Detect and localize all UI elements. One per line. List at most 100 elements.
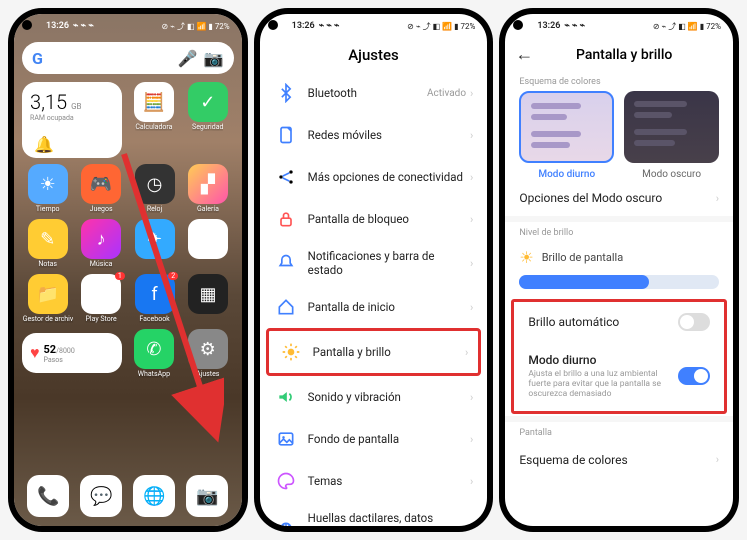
app-Play Store[interactable]: ▶1Play Store: [75, 274, 126, 323]
app-phone[interactable]: 📞: [27, 475, 69, 518]
dark-mode-options[interactable]: Opciones del Modo oscuro ›: [505, 180, 733, 216]
lens-icon[interactable]: 📷: [204, 49, 224, 68]
heart-icon: ♥: [30, 343, 40, 363]
section-color-scheme: Esquema de colores: [505, 71, 733, 91]
app-browser[interactable]: 🌐: [133, 475, 175, 518]
app-icon: ✆: [134, 329, 174, 369]
app-Reloj[interactable]: ◷Reloj: [129, 164, 180, 213]
app-WhatsApp[interactable]: ✆WhatsApp: [128, 329, 180, 378]
app-icon: 🎮: [81, 164, 121, 204]
lock-icon: [274, 207, 298, 231]
app-Notas[interactable]: ✎Notas: [22, 219, 73, 268]
app-label: Calculadora: [135, 123, 172, 131]
app-Calculadora[interactable]: 🧮Calculadora: [128, 82, 180, 158]
setting-label: Fondo de pantalla: [308, 432, 470, 446]
chevron-right-icon: ›: [470, 519, 473, 527]
phone-home: 13:26⌁ ⌁ ⌁ ⊘ ⌁ ⤴ ◧ 📶 ▮ 72% G 🎤 📷 3,15 GB…: [8, 8, 248, 532]
app-▦[interactable]: ▦: [182, 274, 233, 323]
app-✈[interactable]: ✈: [129, 219, 180, 268]
app-icon: ◷: [135, 164, 175, 204]
app-◐[interactable]: ◐: [182, 219, 233, 268]
app-Facebook[interactable]: f2Facebook: [129, 274, 180, 323]
google-logo: G: [32, 49, 43, 68]
app-icon: ◐: [188, 219, 228, 259]
app-Seguridad[interactable]: ✓Seguridad: [182, 82, 234, 158]
setting-pantalla-de-bloqueo[interactable]: Pantalla de bloqueo ›: [264, 198, 484, 240]
setting-label: Pantalla de bloqueo: [308, 212, 470, 226]
setting-temas[interactable]: Temas ›: [264, 460, 484, 502]
chevron-right-icon: ›: [470, 391, 473, 404]
section-screen: Pantalla: [505, 422, 733, 442]
brightness-label: Brillo de pantalla: [542, 251, 624, 264]
status-bar: 13:26⌁ ⌁ ⌁ ⊘ ⌁ ⤴ ◧ 📶 ▮ 72%: [505, 14, 733, 38]
setting-pantalla-de-inicio[interactable]: Pantalla de inicio ›: [264, 286, 484, 328]
chevron-right-icon: ›: [716, 453, 719, 466]
setting-pantalla-y-brillo[interactable]: Pantalla y brillo ›: [266, 328, 482, 376]
app-messages[interactable]: 💬: [80, 475, 122, 518]
app-label: Tiempo: [36, 205, 60, 213]
mic-icon[interactable]: 🎤: [178, 49, 198, 68]
app-Ajustes[interactable]: ⚙Ajustes: [182, 329, 234, 378]
color-scheme-row[interactable]: Esquema de colores ›: [505, 442, 733, 478]
page-header: ← Pantalla y brillo: [505, 38, 733, 71]
chevron-right-icon: ›: [470, 87, 473, 100]
auto-brightness-row[interactable]: Brillo automático: [514, 302, 724, 342]
app-icon: ☀: [28, 164, 68, 204]
ram-widget[interactable]: 3,15 GB RAM ocupada 🔔: [22, 82, 122, 158]
app-Juegos[interactable]: 🎮Juegos: [75, 164, 126, 213]
scheme-dark[interactable]: Modo oscuro: [624, 91, 719, 180]
chevron-right-icon: ›: [470, 129, 473, 142]
app-label: Play Store: [85, 315, 116, 323]
sun-icon: [279, 340, 303, 364]
app-icon: ♪: [81, 219, 121, 259]
google-search-bar[interactable]: G 🎤 📷: [22, 42, 234, 74]
app-icon: ▞: [188, 164, 228, 204]
app-Tiempo[interactable]: ☀Tiempo: [22, 164, 73, 213]
app-Galería[interactable]: ▞Galería: [182, 164, 233, 213]
setting-fondo-de-pantalla[interactable]: Fondo de pantalla ›: [264, 418, 484, 460]
app-Gestor de archivos[interactable]: 📁Gestor de archivos: [22, 274, 73, 323]
dock: 📞 💬 🌐 📷: [22, 475, 234, 518]
phone-display: 13:26⌁ ⌁ ⌁ ⊘ ⌁ ⤴ ◧ 📶 ▮ 72% ← Pantalla y …: [499, 8, 739, 532]
day-mode-toggle[interactable]: [678, 367, 710, 385]
app-icon: 🌐: [133, 475, 175, 517]
app-label: Notas: [38, 260, 57, 268]
theme-icon: [274, 469, 298, 493]
app-icon: ✓: [188, 82, 228, 122]
bluetooth-icon: [274, 81, 298, 105]
settings-list: Bluetooth Activado › Redes móviles › Más…: [260, 72, 488, 526]
sound-icon: [274, 385, 298, 409]
app-camera[interactable]: 📷: [186, 475, 228, 518]
setting-label: Más opciones de conectividad: [308, 170, 470, 184]
setting-redes-móviles[interactable]: Redes móviles ›: [264, 114, 484, 156]
badge: 1: [115, 272, 125, 280]
chevron-right-icon: ›: [470, 213, 473, 226]
app-Música[interactable]: ♪Música: [75, 219, 126, 268]
app-icon: 💬: [80, 475, 122, 517]
camera-hole: [268, 20, 278, 30]
chevron-right-icon: ›: [470, 475, 473, 488]
app-label: Gestor de archivos: [23, 315, 73, 323]
bell-icon[interactable]: 🔔: [30, 130, 58, 158]
back-button[interactable]: ←: [515, 44, 533, 65]
auto-brightness-toggle[interactable]: [678, 313, 710, 331]
scheme-day[interactable]: Modo diurno: [519, 91, 614, 180]
setting-más-opciones-de-conectividad[interactable]: Más opciones de conectividad ›: [264, 156, 484, 198]
setting-label: Sonido y vibración: [308, 390, 470, 404]
brightness-slider[interactable]: [519, 275, 719, 289]
setting-sonido-y-vibración[interactable]: Sonido y vibración ›: [264, 376, 484, 418]
home-icon: [274, 295, 298, 319]
bell-icon: [274, 251, 298, 275]
app-label: Ajustes: [196, 370, 219, 378]
day-mode-row[interactable]: Modo diurno Ajusta el brillo a una luz a…: [514, 342, 724, 411]
setting-huellas-dactilares,-datos-faciales-y-bloqueo-de-pantalla[interactable]: Huellas dactilares, datos faciales y blo…: [264, 502, 484, 526]
setting-notificaciones-y-barra-de-estado[interactable]: Notificaciones y barra de estado ›: [264, 240, 484, 286]
app-label: Facebook: [139, 315, 169, 323]
steps-widget[interactable]: ♥ 52/8000 Pasos: [22, 333, 122, 373]
setting-bluetooth[interactable]: Bluetooth Activado ›: [264, 72, 484, 114]
app-label: Reloj: [147, 205, 162, 213]
chevron-right-icon: ›: [716, 192, 719, 205]
page-title: Ajustes: [260, 38, 488, 72]
chevron-right-icon: ›: [470, 301, 473, 314]
setting-label: Huellas dactilares, datos faciales y blo…: [308, 511, 470, 526]
